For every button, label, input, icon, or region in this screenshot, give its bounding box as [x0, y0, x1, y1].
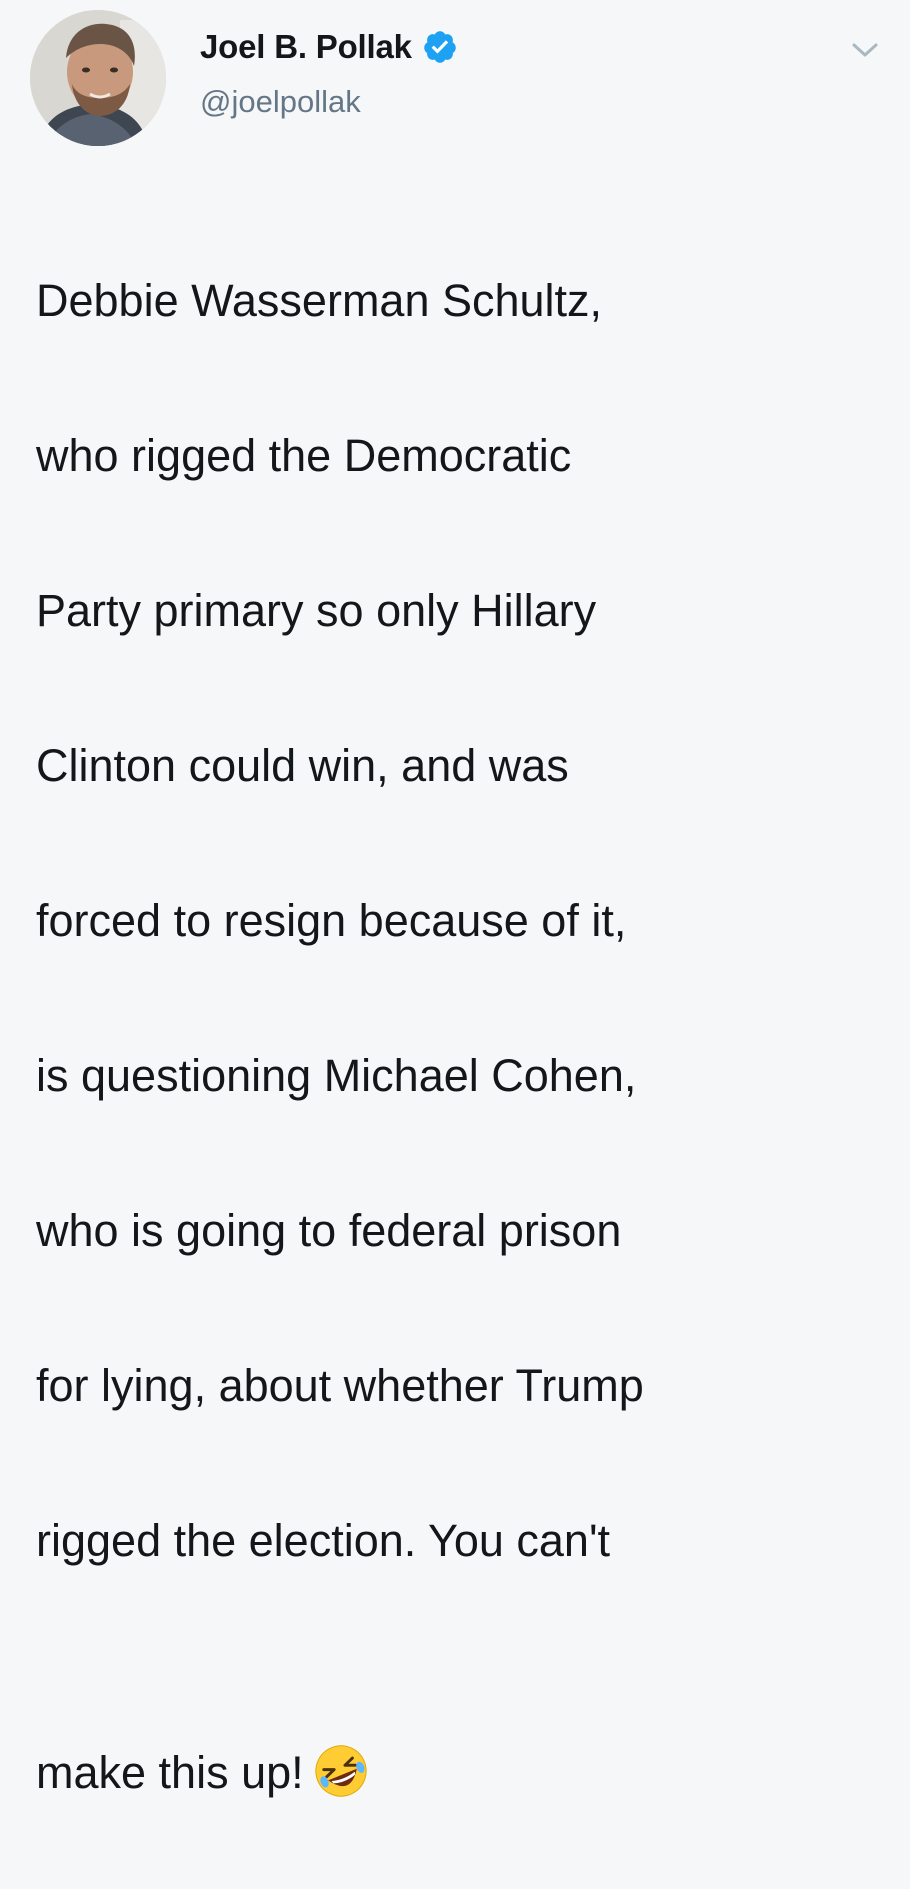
handle[interactable]: @joelpollak [200, 84, 458, 120]
tweet-line: Clinton could win, and was [36, 739, 569, 791]
author-names: Joel B. Pollak @joelpollak [200, 28, 458, 120]
tweet-line: Debbie Wasserman Schultz, [36, 274, 603, 326]
avatar[interactable] [30, 10, 166, 146]
tweet-header: Joel B. Pollak @joelpollak [30, 10, 890, 150]
tweet-line: for lying, about whether Trump [36, 1359, 644, 1411]
tweet-line: rigged the election. You can't [36, 1514, 611, 1566]
chevron-down-icon[interactable] [850, 38, 880, 62]
verified-badge-icon [424, 31, 456, 63]
tweet-line: who rigged the Democratic [36, 429, 572, 481]
tweet-line: forced to resign because of it, [36, 894, 627, 946]
tweet-line: Party primary so only Hillary [36, 584, 597, 636]
tweet-line-last: make this up! [36, 1657, 896, 1812]
name-row: Joel B. Pollak [200, 28, 458, 66]
tweet-text: Debbie Wasserman Schultz, who rigged the… [36, 184, 896, 1889]
tweet-card: Joel B. Pollak @joelpollak Debbie Wasser… [0, 0, 910, 1798]
tweet-line: who is going to federal prison [36, 1204, 622, 1256]
tweet-line: is questioning Michael Cohen, [36, 1049, 637, 1101]
rolling-on-floor-laughing-icon [315, 1745, 367, 1797]
display-name[interactable]: Joel B. Pollak [200, 28, 412, 66]
tweet-line: make this up! [36, 1747, 304, 1798]
profile-photo-icon [30, 10, 166, 146]
